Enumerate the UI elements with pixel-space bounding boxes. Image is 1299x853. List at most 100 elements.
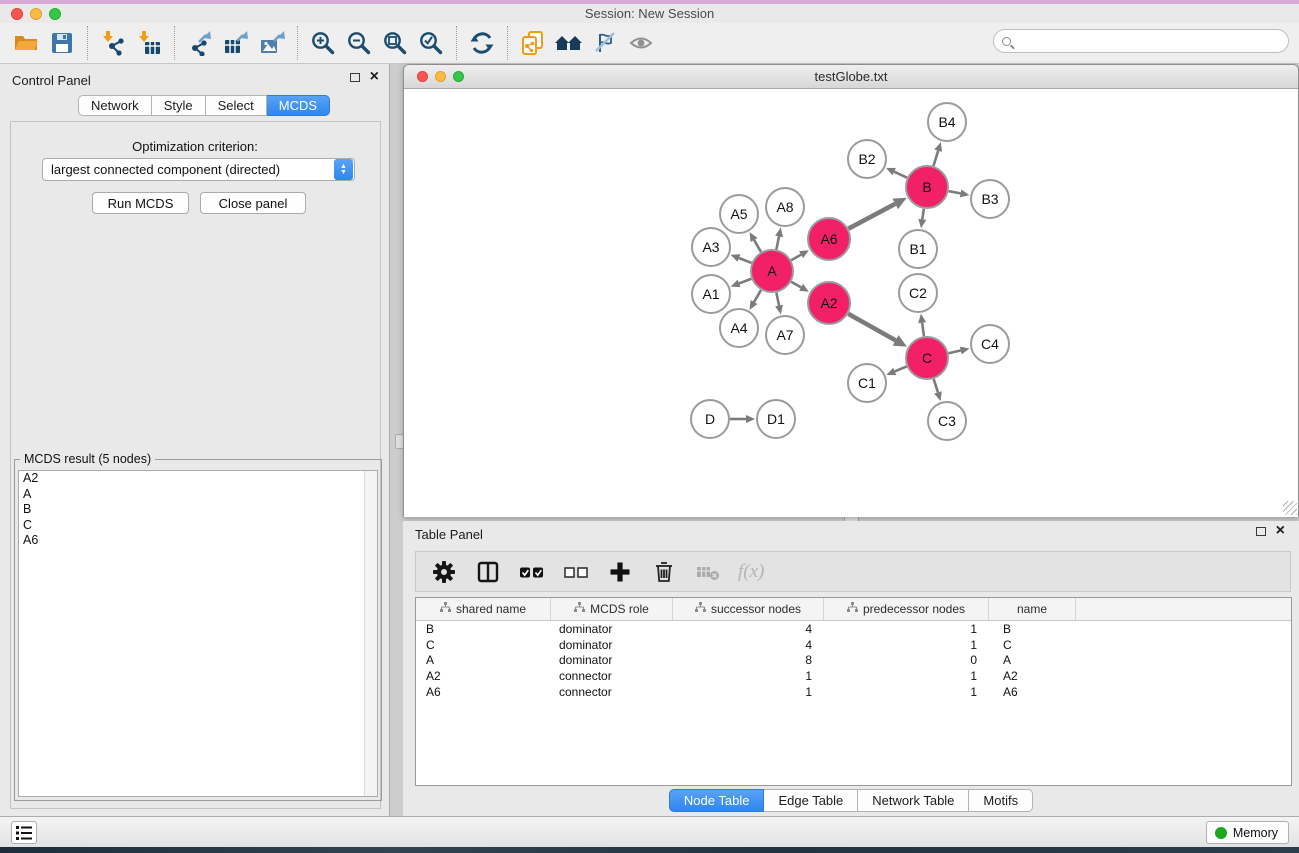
graph-edge-B-B2[interactable]	[894, 172, 907, 178]
graph-edge-B-B4[interactable]	[933, 151, 938, 166]
graph-edge-C-C4[interactable]	[948, 351, 960, 354]
table-cell[interactable]: A2	[416, 669, 551, 683]
table-cell[interactable]: A	[989, 653, 1076, 667]
close-window-button[interactable]	[11, 8, 23, 20]
column-header-successor-nodes[interactable]: successor nodes	[673, 598, 824, 620]
table-cell[interactable]: B	[416, 622, 551, 636]
table-cell[interactable]: A6	[989, 685, 1076, 699]
network-canvas[interactable]: AA1A2A3A4A5A6A7A8BB1B2B3B4CC1C2C3C4DD1	[404, 89, 1298, 517]
table-cell[interactable]: A	[416, 653, 551, 667]
task-history-button[interactable]	[11, 821, 37, 844]
tab-network[interactable]: Network	[78, 95, 152, 116]
table-cell[interactable]: connector	[551, 669, 673, 683]
graph-edge-B-B3[interactable]	[949, 191, 961, 193]
minimize-window-button[interactable]	[30, 8, 42, 20]
eye-icon[interactable]	[623, 26, 659, 60]
export-image-icon[interactable]	[254, 26, 290, 60]
tab-select[interactable]: Select	[206, 95, 267, 116]
minimize-network-button[interactable]	[435, 71, 446, 82]
select-all-checkboxes-icon[interactable]	[518, 558, 546, 586]
table-cell[interactable]: A2	[989, 669, 1076, 683]
table-row[interactable]: Adominator80A	[416, 652, 1291, 668]
zoom-window-button[interactable]	[49, 8, 61, 20]
table-cell[interactable]: 0	[824, 653, 989, 667]
mcds-result-item[interactable]: C	[19, 518, 377, 534]
column-header-name[interactable]: name	[989, 598, 1076, 620]
resize-grip[interactable]	[1283, 501, 1297, 515]
graph-edge-A-A3[interactable]	[739, 258, 752, 263]
table-cell[interactable]: 1	[673, 685, 824, 699]
column-header-shared-name[interactable]: shared name	[416, 598, 551, 620]
graph-edge-C-C3[interactable]	[934, 379, 938, 392]
zoom-in-icon[interactable]	[305, 26, 341, 60]
tab-motifs[interactable]: Motifs	[969, 789, 1033, 812]
column-header-predecessor-nodes[interactable]: predecessor nodes	[824, 598, 989, 620]
table-cell[interactable]: dominator	[551, 638, 673, 652]
zoom-fit-icon[interactable]	[377, 26, 413, 60]
mcds-result-item[interactable]: A6	[19, 533, 377, 549]
graph-edge-B-B1[interactable]	[922, 209, 924, 220]
table-row[interactable]: A6connector11A6	[416, 684, 1291, 700]
table-cell[interactable]: dominator	[551, 653, 673, 667]
memory-button[interactable]: Memory	[1206, 821, 1289, 844]
import-network-icon[interactable]	[95, 26, 131, 60]
export-table-icon[interactable]	[218, 26, 254, 60]
open-session-icon[interactable]	[8, 26, 44, 60]
scrollbar-track[interactable]	[364, 471, 377, 796]
network-graph[interactable]: AA1A2A3A4A5A6A7A8BB1B2B3B4CC1C2C3C4DD1	[404, 89, 1298, 517]
table-cell[interactable]: A6	[416, 685, 551, 699]
table-row[interactable]: Bdominator41B	[416, 621, 1291, 637]
tab-mcds[interactable]: MCDS	[267, 95, 330, 116]
close-network-button[interactable]	[417, 71, 428, 82]
table-row[interactable]: A2connector11A2	[416, 668, 1291, 684]
table-cell[interactable]: 4	[673, 638, 824, 652]
float-panel-icon[interactable]	[350, 73, 360, 82]
column-chooser-icon[interactable]	[474, 558, 502, 586]
table-cell[interactable]: C	[416, 638, 551, 652]
table-cell[interactable]: connector	[551, 685, 673, 699]
table-cell[interactable]: B	[989, 622, 1076, 636]
table-cell[interactable]: 1	[824, 669, 989, 683]
table-cell[interactable]: 4	[673, 622, 824, 636]
zoom-selected-icon[interactable]	[413, 26, 449, 60]
graph-edge-A-A2[interactable]	[791, 282, 801, 288]
close-table-panel-icon[interactable]: ×	[1276, 526, 1285, 536]
delete-column-icon[interactable]	[650, 558, 678, 586]
table-cell[interactable]: 1	[824, 622, 989, 636]
mcds-result-item[interactable]: A2	[19, 471, 377, 487]
search-input[interactable]	[1016, 32, 1288, 50]
add-column-icon[interactable]	[606, 558, 634, 586]
mcds-result-item[interactable]: B	[19, 502, 377, 518]
graph-edge-A6-B[interactable]	[848, 204, 895, 229]
graph-edge-C-C2[interactable]	[922, 323, 924, 336]
save-session-icon[interactable]	[44, 26, 80, 60]
tab-edge-table[interactable]: Edge Table	[764, 789, 858, 812]
home-icon[interactable]	[551, 26, 587, 60]
tab-style[interactable]: Style	[152, 95, 206, 116]
table-cell[interactable]: dominator	[551, 622, 673, 636]
graph-edge-C-C1[interactable]	[895, 366, 907, 371]
close-panel-button[interactable]: Close panel	[200, 192, 306, 214]
tab-node-table[interactable]: Node Table	[669, 789, 765, 812]
settings-gear-icon[interactable]	[430, 558, 458, 586]
deselect-all-checkboxes-icon[interactable]	[562, 558, 590, 586]
graph-edge-A-A8[interactable]	[776, 236, 779, 249]
graph-edge-A2-C[interactable]	[848, 314, 895, 341]
criterion-dropdown[interactable]: largest connected component (directed) ▲…	[42, 158, 355, 181]
table-cell[interactable]: 8	[673, 653, 824, 667]
mcds-result-item[interactable]: A	[19, 487, 377, 503]
column-header-MCDS-role[interactable]: MCDS role	[551, 598, 673, 620]
clone-network-icon[interactable]	[515, 26, 551, 60]
search-field[interactable]	[993, 29, 1289, 53]
float-table-panel-icon[interactable]	[1256, 527, 1266, 536]
table-cell[interactable]: 1	[824, 638, 989, 652]
graph-edge-A-A4[interactable]	[754, 290, 761, 302]
import-table-icon[interactable]	[131, 26, 167, 60]
table-cell[interactable]: 1	[673, 669, 824, 683]
zoom-network-button[interactable]	[453, 71, 464, 82]
tab-network-table[interactable]: Network Table	[858, 789, 969, 812]
refresh-icon[interactable]	[464, 26, 500, 60]
table-cell[interactable]: 1	[824, 685, 989, 699]
graph-edge-A-A7[interactable]	[776, 293, 779, 306]
table-row[interactable]: Cdominator41C	[416, 637, 1291, 653]
